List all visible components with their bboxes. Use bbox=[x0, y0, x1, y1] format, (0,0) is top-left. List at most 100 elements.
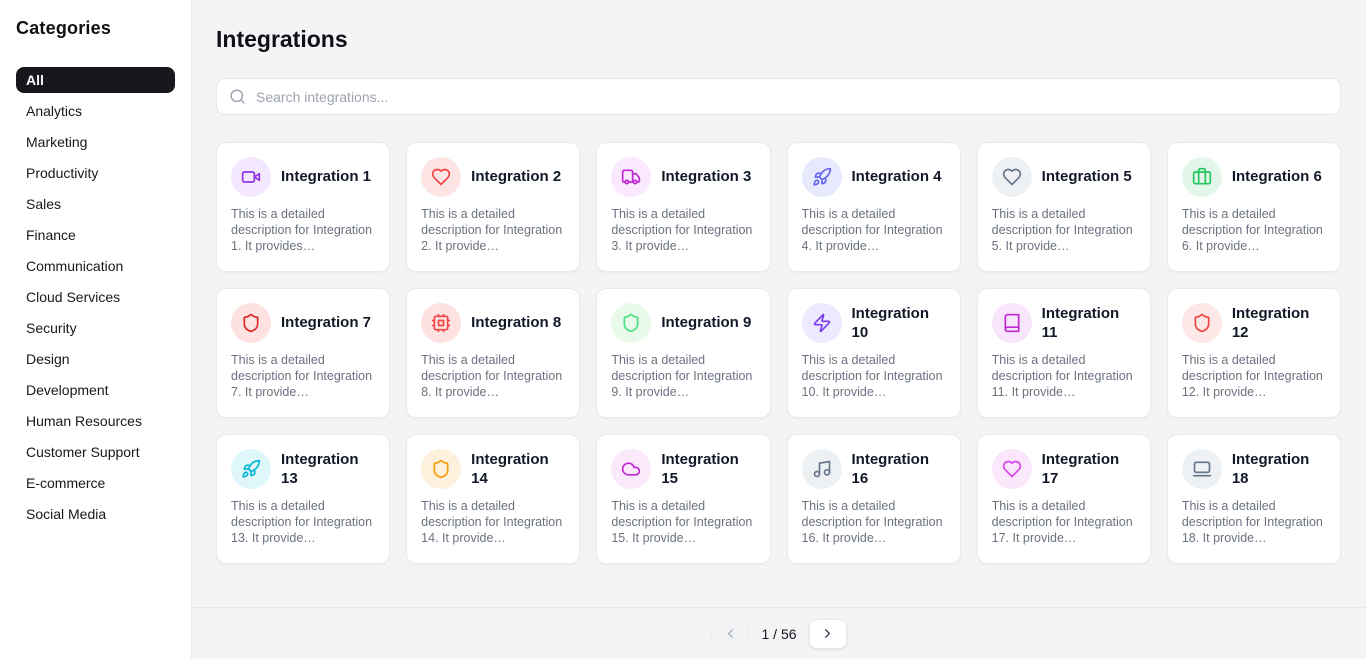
integration-title: Integration 5 bbox=[1042, 167, 1132, 187]
integration-title: Integration 12 bbox=[1232, 304, 1326, 343]
categories-sidebar: Categories All Analytics Marketing Producti… bbox=[0, 0, 192, 659]
sidebar-item-e-commerce[interactable]: E-commerce bbox=[16, 470, 175, 496]
sidebar-item-label: Design bbox=[26, 351, 70, 367]
integration-description: This is a detailed description for Integ… bbox=[1182, 206, 1326, 254]
sidebar-item-label: Security bbox=[26, 320, 77, 336]
integration-card[interactable]: Integration 4 This is a detailed descrip… bbox=[787, 142, 961, 272]
search-bar[interactable] bbox=[216, 78, 1341, 115]
rocket-icon bbox=[802, 157, 842, 197]
integration-description: This is a detailed description for Integ… bbox=[802, 206, 946, 254]
video-icon bbox=[231, 157, 271, 197]
sidebar-item-label: Communication bbox=[26, 258, 123, 274]
integration-card[interactable]: Integration 16 This is a detailed descri… bbox=[787, 434, 961, 564]
sidebar-item-all[interactable]: All bbox=[16, 67, 175, 93]
integration-title: Integration 15 bbox=[661, 450, 755, 489]
sidebar-item-sales[interactable]: Sales bbox=[16, 191, 175, 217]
integration-card[interactable]: Integration 6 This is a detailed descrip… bbox=[1167, 142, 1341, 272]
integration-description: This is a detailed description for Integ… bbox=[421, 352, 565, 400]
integration-title: Integration 2 bbox=[471, 167, 561, 187]
integration-card[interactable]: Integration 9 This is a detailed descrip… bbox=[596, 288, 770, 418]
laptop-icon bbox=[1182, 449, 1222, 489]
sidebar-item-label: E-commerce bbox=[26, 475, 105, 491]
heart-icon bbox=[421, 157, 461, 197]
integration-card[interactable]: Integration 11 This is a detailed descri… bbox=[977, 288, 1151, 418]
shield-icon bbox=[611, 303, 651, 343]
sidebar-item-human-resources[interactable]: Human Resources bbox=[16, 408, 175, 434]
integration-title: Integration 16 bbox=[852, 450, 946, 489]
sidebar-item-finance[interactable]: Finance bbox=[16, 222, 175, 248]
sidebar-item-cloud-services[interactable]: Cloud Services bbox=[16, 284, 175, 310]
sidebar-title: Categories bbox=[16, 18, 175, 39]
integration-card[interactable]: Integration 10 This is a detailed descri… bbox=[787, 288, 961, 418]
sidebar-item-label: Social Media bbox=[26, 506, 106, 522]
sidebar-item-label: Sales bbox=[26, 196, 61, 212]
content-area: Integrations Integration 1 This is a det… bbox=[192, 0, 1366, 607]
integration-card[interactable]: Integration 2 This is a detailed descrip… bbox=[406, 142, 580, 272]
integration-card[interactable]: Integration 15 This is a detailed descri… bbox=[596, 434, 770, 564]
integration-card[interactable]: Integration 3 This is a detailed descrip… bbox=[596, 142, 770, 272]
integration-card[interactable]: Integration 8 This is a detailed descrip… bbox=[406, 288, 580, 418]
integration-title: Integration 9 bbox=[661, 313, 751, 333]
integration-title: Integration 8 bbox=[471, 313, 561, 333]
pagination-bar: 1 / 56 bbox=[192, 607, 1366, 659]
category-nav: All Analytics Marketing Productivity Sales Fi… bbox=[16, 67, 175, 527]
sidebar-item-marketing[interactable]: Marketing bbox=[16, 129, 175, 155]
sidebar-item-label: Customer Support bbox=[26, 444, 140, 460]
integration-card[interactable]: Integration 1 This is a detailed descrip… bbox=[216, 142, 390, 272]
integration-title: Integration 14 bbox=[471, 450, 565, 489]
integration-card[interactable]: Integration 7 This is a detailed descrip… bbox=[216, 288, 390, 418]
integration-description: This is a detailed description for Integ… bbox=[802, 352, 946, 400]
integration-description: This is a detailed description for Integ… bbox=[421, 206, 565, 254]
integration-title: Integration 1 bbox=[281, 167, 371, 187]
integration-title: Integration 13 bbox=[281, 450, 375, 489]
integration-title: Integration 7 bbox=[281, 313, 371, 333]
cpu-icon bbox=[421, 303, 461, 343]
integration-title: Integration 11 bbox=[1042, 304, 1136, 343]
sidebar-item-productivity[interactable]: Productivity bbox=[16, 160, 175, 186]
integration-card[interactable]: Integration 14 This is a detailed descri… bbox=[406, 434, 580, 564]
rocket-icon bbox=[231, 449, 271, 489]
integration-description: This is a detailed description for Integ… bbox=[421, 498, 565, 546]
integration-title: Integration 18 bbox=[1232, 450, 1326, 489]
integration-card[interactable]: Integration 17 This is a detailed descri… bbox=[977, 434, 1151, 564]
integration-description: This is a detailed description for Integ… bbox=[611, 498, 755, 546]
prev-page-button[interactable] bbox=[711, 619, 749, 649]
sidebar-item-communication[interactable]: Communication bbox=[16, 253, 175, 279]
heart-icon bbox=[992, 449, 1032, 489]
integration-title: Integration 6 bbox=[1232, 167, 1322, 187]
sidebar-item-label: Human Resources bbox=[26, 413, 142, 429]
sidebar-item-label: Marketing bbox=[26, 134, 87, 150]
integration-description: This is a detailed description for Integ… bbox=[992, 206, 1136, 254]
integration-card[interactable]: Integration 12 This is a detailed descri… bbox=[1167, 288, 1341, 418]
music-icon bbox=[802, 449, 842, 489]
integration-description: This is a detailed description for Integ… bbox=[231, 206, 375, 254]
integration-description: This is a detailed description for Integ… bbox=[1182, 498, 1326, 546]
heart-icon bbox=[992, 157, 1032, 197]
integration-card[interactable]: Integration 5 This is a detailed descrip… bbox=[977, 142, 1151, 272]
next-page-button[interactable] bbox=[809, 619, 847, 649]
sidebar-item-analytics[interactable]: Analytics bbox=[16, 98, 175, 124]
sidebar-item-customer-support[interactable]: Customer Support bbox=[16, 439, 175, 465]
search-input[interactable] bbox=[256, 89, 1328, 105]
page-indicator: 1 / 56 bbox=[761, 626, 796, 642]
sidebar-item-label: Development bbox=[26, 382, 109, 398]
sidebar-item-social-media[interactable]: Social Media bbox=[16, 501, 175, 527]
sidebar-item-development[interactable]: Development bbox=[16, 377, 175, 403]
main-panel: Integrations Integration 1 This is a det… bbox=[192, 0, 1366, 659]
integration-card[interactable]: Integration 18 This is a detailed descri… bbox=[1167, 434, 1341, 564]
sidebar-item-label: Finance bbox=[26, 227, 76, 243]
search-icon bbox=[229, 88, 246, 105]
truck-icon bbox=[611, 157, 651, 197]
book-icon bbox=[992, 303, 1032, 343]
chevron-right-icon bbox=[820, 626, 835, 641]
sidebar-item-design[interactable]: Design bbox=[16, 346, 175, 372]
integration-title: Integration 4 bbox=[852, 167, 942, 187]
integration-title: Integration 17 bbox=[1042, 450, 1136, 489]
sidebar-item-security[interactable]: Security bbox=[16, 315, 175, 341]
shield-icon bbox=[1182, 303, 1222, 343]
integration-description: This is a detailed description for Integ… bbox=[992, 498, 1136, 546]
chevron-left-icon bbox=[723, 626, 738, 641]
integration-card[interactable]: Integration 13 This is a detailed descri… bbox=[216, 434, 390, 564]
integration-title: Integration 10 bbox=[852, 304, 946, 343]
sidebar-item-label: Analytics bbox=[26, 103, 82, 119]
